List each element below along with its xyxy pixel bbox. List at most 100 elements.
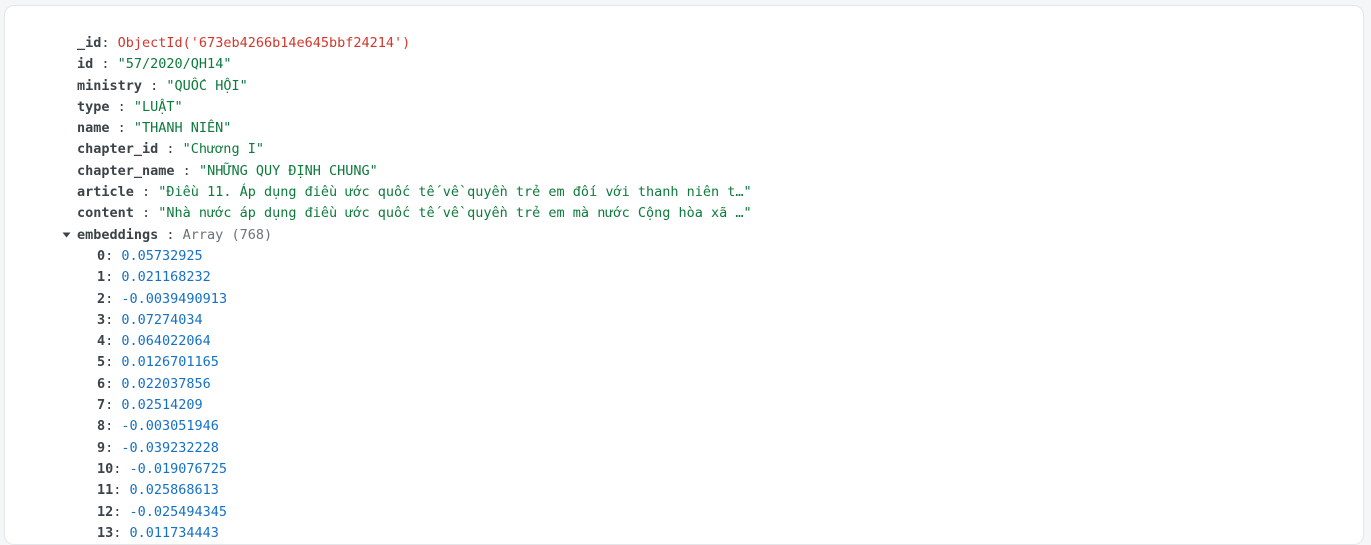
array-item-row[interactable]: 1: 0.021168232: [97, 267, 752, 288]
field-separator: :: [101, 35, 118, 51]
document-fields: _id: ObjectId('673eb4266b14e645bbf24214'…: [77, 33, 752, 225]
field-value: "Chương I": [182, 141, 264, 158]
field-key: ministry: [77, 77, 143, 94]
array-value: 0.021168232: [121, 269, 211, 286]
field-separator: :: [133, 184, 159, 201]
document-card: _id: ObjectId('673eb4266b14e645bbf24214'…: [4, 5, 1364, 545]
array-index: 1: [97, 269, 106, 286]
array-separator: :: [105, 354, 122, 371]
array-separator: :: [105, 290, 122, 307]
array-item-row[interactable]: 11: 0.025868613: [97, 480, 752, 501]
field-key: chapter_name: [77, 162, 175, 179]
array-index: 11: [97, 482, 114, 499]
field-row[interactable]: _id: ObjectId('673eb4266b14e645bbf24214'…: [77, 33, 752, 54]
field-key: embeddings: [77, 226, 159, 243]
field-value: "QUỐC HỘI": [166, 77, 248, 94]
array-value: 0.05732925: [121, 247, 203, 264]
array-index: 7: [97, 397, 106, 414]
field-value: ObjectId('673eb4266b14e645bbf24214'): [117, 35, 411, 51]
array-value: -0.039232228: [121, 439, 219, 456]
field-row[interactable]: content : "Nhà nước áp dụng điều ước quố…: [77, 203, 752, 224]
array-item-row[interactable]: 12: -0.025494345: [97, 502, 752, 523]
array-index: 0: [97, 247, 106, 264]
field-separator: :: [109, 98, 134, 115]
array-index: 5: [97, 354, 106, 371]
field-key: name: [77, 120, 110, 137]
field-separator: :: [142, 77, 167, 94]
array-item-row[interactable]: 9: -0.039232228: [97, 438, 752, 459]
array-separator: :: [113, 482, 130, 499]
field-key: _id: [77, 35, 102, 51]
field-row[interactable]: chapter_name : "NHỮNG QUY ĐỊNH CHUNG": [77, 161, 752, 182]
array-separator: :: [105, 269, 122, 286]
array-index: 4: [97, 333, 106, 350]
array-index: 2: [97, 290, 106, 307]
field-key: article: [77, 184, 134, 201]
array-value: 0.022037856: [121, 375, 211, 392]
field-separator: :: [133, 205, 159, 222]
array-index: 12: [97, 503, 114, 520]
array-item-row[interactable]: 6: 0.022037856: [97, 374, 752, 395]
field-value: "NHỮNG QUY ĐỊNH CHUNG": [198, 162, 378, 179]
array-index: 13: [97, 524, 114, 541]
array-type-label: Array (768): [182, 226, 273, 243]
array-index: 6: [97, 375, 106, 392]
field-separator: :: [174, 162, 199, 179]
array-item-row[interactable]: 3: 0.07274034: [97, 310, 752, 331]
array-value: -0.019076725: [129, 460, 228, 477]
field-value: "THANH NIÊN": [133, 120, 232, 137]
array-value: 0.0126701165: [121, 354, 219, 371]
field-value: "Nhà nước áp dụng điều ước quốc tế về qu…: [158, 205, 752, 222]
array-value: 0.064022064: [121, 333, 211, 350]
field-row[interactable]: article : "Điều 11. Áp dụng điều ước quố…: [77, 182, 752, 203]
array-item-row[interactable]: 10: -0.019076725: [97, 459, 752, 480]
array-index: 9: [97, 439, 106, 456]
array-separator: :: [105, 418, 122, 435]
array-item-row[interactable]: 5: 0.0126701165: [97, 352, 752, 373]
array-item-row[interactable]: 13: 0.011734443: [97, 523, 752, 544]
array-value: 0.025868613: [129, 482, 219, 499]
field-row[interactable]: type : "LUẬT": [77, 97, 752, 118]
field-key: chapter_id: [77, 141, 159, 158]
field-separator: :: [158, 226, 183, 243]
field-value: "57/2020/QH14": [117, 56, 232, 73]
expand-caret-icon[interactable]: [60, 225, 72, 246]
document-view: _id: ObjectId('673eb4266b14e645bbf24214'…: [62, 33, 752, 544]
embeddings-field[interactable]: embeddings : Array (768): [62, 225, 752, 246]
embeddings-items: 0: 0.05732925 1: 0.021168232 2: -0.0039490…: [77, 246, 752, 544]
array-index: 10: [97, 460, 114, 477]
array-value: -0.0039490913: [121, 290, 228, 307]
field-separator: :: [158, 141, 183, 158]
field-row[interactable]: ministry : "QUỐC HỘI": [77, 76, 752, 97]
array-separator: :: [105, 375, 122, 392]
array-item-row[interactable]: 2: -0.0039490913: [97, 289, 752, 310]
array-value: -0.025494345: [129, 503, 228, 520]
array-separator: :: [113, 524, 130, 541]
array-separator: :: [113, 460, 130, 477]
array-separator: :: [105, 439, 122, 456]
array-separator: :: [113, 503, 130, 520]
field-key: content: [77, 205, 134, 222]
field-key: id: [77, 56, 94, 73]
field-row[interactable]: id : "57/2020/QH14": [77, 54, 752, 75]
field-value: "Điều 11. Áp dụng điều ước quốc tế về qu…: [158, 184, 752, 201]
field-value: "LUẬT": [133, 98, 183, 115]
array-item-row[interactable]: 4: 0.064022064: [97, 331, 752, 352]
array-value: 0.011734443: [129, 524, 219, 541]
field-separator: :: [109, 120, 134, 137]
array-item-row[interactable]: 8: -0.003051946: [97, 416, 752, 437]
array-value: 0.07274034: [121, 311, 203, 328]
array-item-row[interactable]: 7: 0.02514209: [97, 395, 752, 416]
array-value: 0.02514209: [121, 397, 203, 414]
array-separator: :: [105, 311, 122, 328]
array-separator: :: [105, 397, 122, 414]
field-key: type: [77, 98, 110, 115]
field-row[interactable]: chapter_id : "Chương I": [77, 139, 752, 160]
array-index: 3: [97, 311, 106, 328]
array-index: 8: [97, 418, 106, 435]
field-separator: :: [93, 56, 118, 73]
array-value: -0.003051946: [121, 418, 219, 435]
field-row[interactable]: name : "THANH NIÊN": [77, 118, 752, 139]
array-separator: :: [105, 247, 122, 264]
array-item-row[interactable]: 0: 0.05732925: [97, 246, 752, 267]
